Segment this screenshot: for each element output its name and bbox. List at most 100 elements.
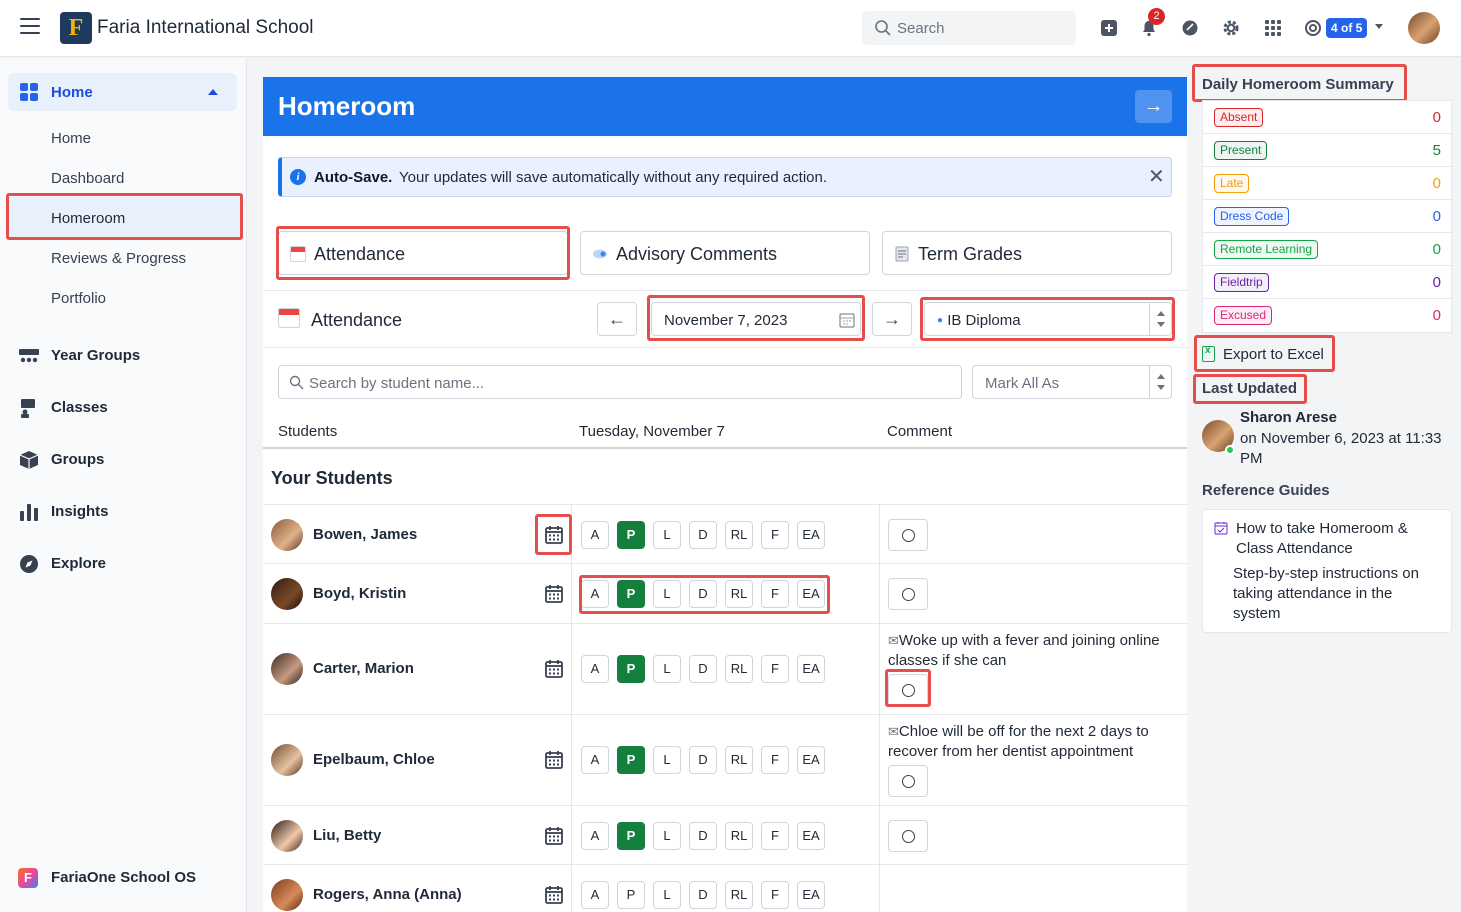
sidebar-item-dashboard[interactable]: Dashboard [51,170,124,187]
add-comment-button[interactable] [888,674,928,706]
attendance-code-button[interactable]: F [761,655,789,683]
attendance-heading: Attendance [311,310,403,330]
add-comment-button[interactable] [888,519,928,551]
tab-attendance[interactable]: Attendance [278,231,568,275]
attendance-code-button[interactable]: F [761,746,789,774]
attendance-code-button[interactable]: D [689,521,717,549]
attendance-code-button[interactable]: F [761,881,789,909]
calendar-icon[interactable] [544,750,564,770]
tab-term-grades[interactable]: Term Grades [882,231,1172,275]
attendance-code-button[interactable]: L [653,521,681,549]
attendance-code-button[interactable]: L [653,746,681,774]
global-search[interactable]: Search [862,11,1076,45]
attendance-code-button[interactable]: P [617,746,645,774]
attendance-code-button[interactable]: L [653,655,681,683]
sidebar-item-explore[interactable]: Explore [18,552,238,576]
attendance-code-button[interactable]: D [689,881,717,909]
sidebar-item-reviews-progress[interactable]: Reviews & Progress [51,250,186,267]
student-search-input[interactable]: Search by student name... [278,365,962,399]
attendance-code-button[interactable]: RL [725,521,753,549]
attendance-code-button[interactable]: L [653,881,681,909]
student-name[interactable]: Epelbaum, Chloe [313,751,435,768]
lifebuoy-icon[interactable] [1302,17,1324,39]
sidebar-item-portfolio[interactable]: Portfolio [51,290,106,307]
reference-guide-card[interactable]: How to take Homeroom & Class Attendance … [1202,509,1452,633]
attendance-code-button[interactable]: D [689,655,717,683]
attendance-code-button[interactable]: D [689,822,717,850]
sidebar-item-year-groups[interactable]: Year Groups [18,344,238,368]
autosave-message: Your updates will save automatically wit… [399,169,828,186]
attendance-code-button[interactable]: RL [725,746,753,774]
calendar-icon[interactable] [544,885,564,905]
apps-grid-icon[interactable] [1262,17,1284,39]
status-count: 0 [1432,208,1441,225]
school-logo[interactable]: F [60,12,92,44]
sidebar-group-home[interactable]: Home [8,73,237,111]
calendar-icon[interactable] [544,584,564,604]
attendance-code-button[interactable]: A [581,746,609,774]
attendance-code-button[interactable]: F [761,822,789,850]
student-name[interactable]: Rogers, Anna (Anna) [313,886,462,903]
date-picker[interactable]: November 7, 2023 [651,302,861,336]
attendance-code-button[interactable]: RL [725,881,753,909]
student-name[interactable]: Carter, Marion [313,660,414,677]
arrow-right-icon[interactable]: → [1135,90,1172,123]
sidebar-item-insights[interactable]: Insights [18,500,238,524]
attendance-code-button[interactable]: A [581,822,609,850]
attendance-code-button[interactable]: A [581,580,609,608]
gear-icon[interactable] [1220,17,1242,39]
attendance-code-button[interactable]: F [761,521,789,549]
program-select[interactable]: ● IB Diploma [924,302,1172,336]
menu-icon[interactable] [20,18,40,36]
add-icon[interactable] [1098,17,1120,39]
attendance-code-button[interactable]: P [617,881,645,909]
attendance-code-button[interactable]: P [617,655,645,683]
tab-advisory-comments[interactable]: Advisory Comments [580,231,870,275]
calendar-icon[interactable] [544,659,564,679]
attendance-code-button[interactable]: P [617,580,645,608]
attendance-code-button[interactable]: EA [797,822,825,850]
sidebar-item-home[interactable]: Home [51,130,91,147]
attendance-code-button[interactable]: A [581,521,609,549]
calendar-icon[interactable] [544,826,564,846]
guide-progress-badge[interactable]: 4 of 5 [1326,18,1368,38]
attendance-code-button[interactable]: EA [797,655,825,683]
attendance-code-button[interactable]: EA [797,521,825,549]
export-to-excel-button[interactable]: Export to Excel [1202,345,1324,363]
attendance-code-button[interactable]: F [761,580,789,608]
attendance-code-button[interactable]: RL [725,822,753,850]
attendance-code-button[interactable]: EA [797,881,825,909]
chat-icon[interactable] [1179,17,1201,39]
sidebar-item-groups[interactable]: Groups [18,448,238,472]
guide-title-link[interactable]: How to take Homeroom & Class Attendance [1236,519,1441,559]
previous-day-button[interactable]: ← [597,302,637,336]
sidebar-item-classes[interactable]: Classes [18,396,238,420]
calendar-icon[interactable] [544,525,564,545]
school-name[interactable]: Faria International School [97,17,314,39]
student-name[interactable]: Boyd, Kristin [313,585,406,602]
add-comment-button[interactable] [888,820,928,852]
attendance-code-button[interactable]: L [653,822,681,850]
attendance-code-button[interactable]: RL [725,580,753,608]
mark-all-select[interactable]: Mark All As [972,365,1172,399]
attendance-code-button[interactable]: EA [797,746,825,774]
add-comment-button[interactable] [888,765,928,797]
student-name[interactable]: Liu, Betty [313,827,381,844]
sidebar-item-homeroom[interactable]: Homeroom [51,210,125,227]
attendance-code-button[interactable]: P [617,822,645,850]
attendance-code-button[interactable]: L [653,580,681,608]
chevron-down-icon[interactable] [1375,24,1383,29]
user-avatar[interactable] [1408,12,1440,44]
sidebar: Home Home Dashboard Homeroom Reviews & P… [0,58,247,912]
add-comment-button[interactable] [888,578,928,610]
next-day-button[interactable]: → [872,302,912,336]
attendance-code-button[interactable]: A [581,655,609,683]
attendance-code-button[interactable]: A [581,881,609,909]
attendance-code-button[interactable]: EA [797,580,825,608]
attendance-code-button[interactable]: P [617,521,645,549]
close-icon[interactable]: ✕ [1148,164,1165,189]
student-name[interactable]: Bowen, James [313,526,417,543]
attendance-code-button[interactable]: D [689,746,717,774]
attendance-code-button[interactable]: D [689,580,717,608]
attendance-code-button[interactable]: RL [725,655,753,683]
